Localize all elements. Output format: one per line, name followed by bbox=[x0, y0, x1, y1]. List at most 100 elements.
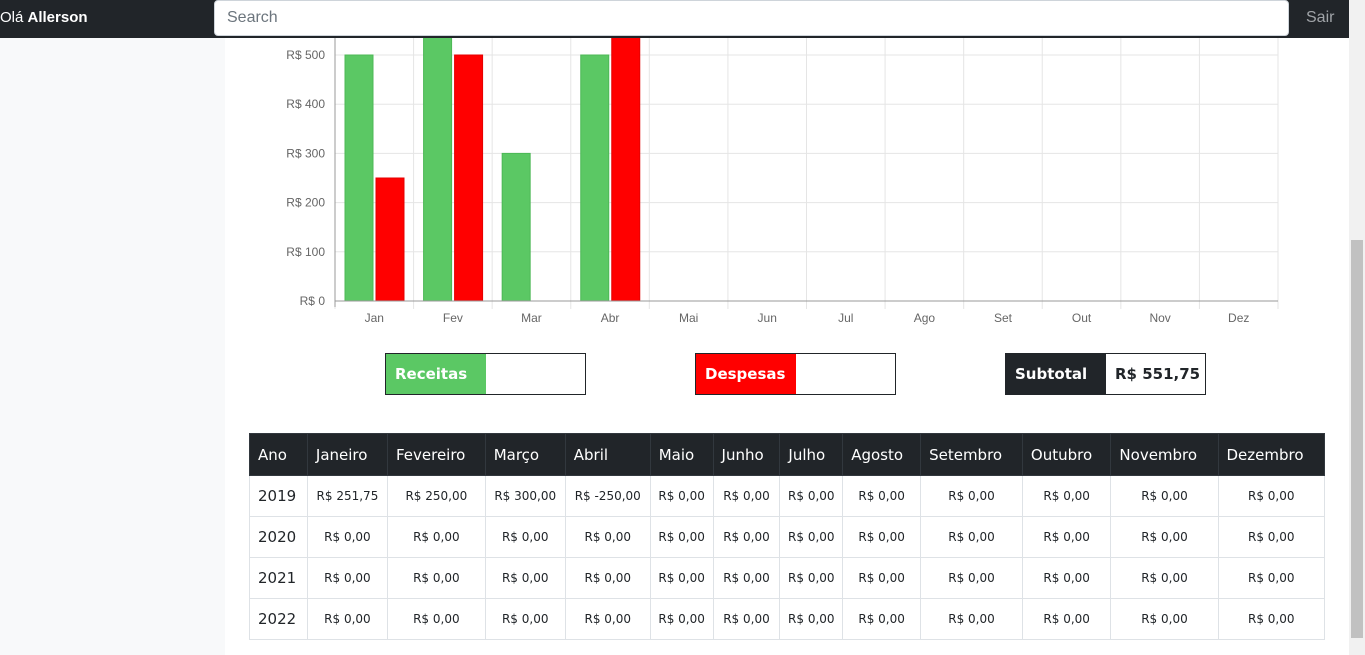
y-tick-label: R$ 300 bbox=[286, 146, 325, 160]
month-value-cell: R$ 0,00 bbox=[386, 516, 486, 558]
month-value-cell: R$ 0,00 bbox=[564, 557, 651, 599]
month-value-cell: R$ 0,00 bbox=[564, 516, 651, 558]
year-cell: 2021 bbox=[249, 557, 308, 599]
col-header-month: Julho bbox=[779, 433, 844, 476]
x-tick-label: Mar bbox=[521, 311, 542, 325]
month-value-cell: R$ 0,00 bbox=[920, 475, 1023, 517]
month-value-cell: R$ 0,00 bbox=[484, 516, 566, 558]
month-value-cell: R$ 0,00 bbox=[306, 557, 388, 599]
col-header-month: Abril bbox=[564, 433, 651, 476]
month-value-cell: R$ 0,00 bbox=[1021, 475, 1112, 517]
x-tick-label: Fev bbox=[443, 311, 463, 325]
month-value-cell: R$ 0,00 bbox=[649, 475, 714, 517]
month-value-cell: R$ 0,00 bbox=[920, 598, 1023, 640]
y-tick-label: R$ 100 bbox=[286, 245, 325, 259]
col-header-month: Junho bbox=[712, 433, 781, 476]
page-scrollbar[interactable] bbox=[1349, 0, 1365, 655]
month-value-cell: R$ 0,00 bbox=[1110, 475, 1219, 517]
y-tick-label: R$ 0 bbox=[300, 294, 326, 308]
month-value-cell: R$ 0,00 bbox=[386, 557, 486, 599]
receitas-summary: Receitas bbox=[385, 353, 586, 395]
month-value-cell: R$ 0,00 bbox=[649, 516, 714, 558]
month-value-cell: R$ 0,00 bbox=[712, 598, 781, 640]
table-row: 2021 R$ 0,00 R$ 0,00 R$ 0,00 R$ 0,00 R$ 0,00 R… bbox=[249, 557, 1325, 599]
col-header-month: Outubro bbox=[1021, 433, 1112, 476]
search-input[interactable] bbox=[214, 0, 1289, 36]
month-value-cell: R$ 0,00 bbox=[1110, 598, 1219, 640]
table-row: 2020 R$ 0,00 R$ 0,00 R$ 0,00 R$ 0,00 R$ 0,00 R… bbox=[249, 516, 1325, 558]
year-cell: 2020 bbox=[249, 516, 308, 558]
despesas-summary: Despesas bbox=[695, 353, 896, 395]
month-value-cell: R$ 0,00 bbox=[484, 598, 566, 640]
x-tick-label: Mai bbox=[679, 311, 698, 325]
month-value-cell: R$ 0,00 bbox=[779, 557, 844, 599]
chart-bar bbox=[454, 54, 484, 302]
month-value-cell: R$ 0,00 bbox=[1110, 516, 1219, 558]
month-value-cell: R$ 0,00 bbox=[779, 516, 844, 558]
x-tick-label: Nov bbox=[1149, 311, 1170, 325]
table-row: 2022 R$ 0,00 R$ 0,00 R$ 0,00 R$ 0,00 R$ 0,00 R… bbox=[249, 598, 1325, 640]
month-value-cell: R$ 0,00 bbox=[842, 516, 922, 558]
yearly-balance-table: Ano Janeiro Fevereiro Março Abril Maio Junho Ju… bbox=[249, 433, 1325, 640]
col-header-month: Agosto bbox=[842, 433, 922, 476]
month-value-cell: R$ 0,00 bbox=[712, 557, 781, 599]
col-header-month: Fevereiro bbox=[386, 433, 486, 476]
month-value-cell: R$ 0,00 bbox=[386, 598, 486, 640]
month-value-cell: R$ 0,00 bbox=[779, 475, 844, 517]
month-value-cell: R$ 0,00 bbox=[920, 557, 1023, 599]
month-value-cell: R$ 0,00 bbox=[306, 516, 388, 558]
table-body: 2019 R$ 251,75 R$ 250,00 R$ 300,00 R$ -250,0… bbox=[249, 475, 1325, 640]
month-value-cell: R$ 0,00 bbox=[779, 598, 844, 640]
col-header-month: Março bbox=[484, 433, 566, 476]
month-value-cell: R$ -250,00 bbox=[564, 475, 651, 517]
logout-link[interactable]: Sair bbox=[1306, 9, 1334, 27]
navbar: Olá Allerson Sair bbox=[0, 0, 1349, 38]
month-value-cell: R$ 0,00 bbox=[842, 598, 922, 640]
month-value-cell: R$ 0,00 bbox=[920, 516, 1023, 558]
scrollbar-thumb[interactable] bbox=[1351, 240, 1363, 638]
col-header-month: Dezembro bbox=[1217, 433, 1325, 476]
month-value-cell: R$ 0,00 bbox=[712, 516, 781, 558]
month-value-cell: R$ 0,00 bbox=[1021, 598, 1112, 640]
user-name: Allerson bbox=[27, 9, 88, 26]
month-value-cell: R$ 0,00 bbox=[1021, 557, 1112, 599]
chart-bar bbox=[423, 34, 453, 302]
receitas-label: Receitas bbox=[386, 354, 486, 394]
x-tick-label: Jun bbox=[758, 311, 777, 325]
x-tick-label: Ago bbox=[914, 311, 936, 325]
col-header-month: Janeiro bbox=[306, 433, 388, 476]
despesas-value bbox=[796, 354, 895, 394]
subtotal-summary: Subtotal R$ 551,75 bbox=[1005, 353, 1206, 395]
subtotal-value: R$ 551,75 bbox=[1115, 365, 1201, 383]
table-header-row: Ano Janeiro Fevereiro Março Abril Maio Junho Ju… bbox=[249, 433, 1325, 476]
month-value-cell: R$ 0,00 bbox=[842, 475, 922, 517]
chart-bar bbox=[375, 177, 405, 302]
chart-bar bbox=[611, 34, 641, 302]
month-value-cell: R$ 0,00 bbox=[1021, 516, 1112, 558]
month-value-cell: R$ 0,00 bbox=[484, 557, 566, 599]
month-value-cell: R$ 250,00 bbox=[386, 475, 486, 517]
month-value-cell: R$ 0,00 bbox=[1217, 516, 1325, 558]
month-value-cell: R$ 251,75 bbox=[306, 475, 388, 517]
month-value-cell: R$ 0,00 bbox=[1217, 475, 1325, 517]
col-header-year: Ano bbox=[249, 433, 308, 476]
month-value-cell: R$ 0,00 bbox=[842, 557, 922, 599]
chart-bar bbox=[344, 54, 374, 302]
monthly-bar-chart: R$ 0 R$ 100 R$ 200 R$ 300 R$ 400 R$ 500 Jan Fev… bbox=[286, 10, 1279, 325]
x-tick-label: Out bbox=[1072, 311, 1092, 325]
chart-bar bbox=[580, 54, 610, 302]
y-tick-label: R$ 200 bbox=[286, 196, 325, 210]
month-value-cell: R$ 0,00 bbox=[1110, 557, 1219, 599]
col-header-month: Novembro bbox=[1110, 433, 1219, 476]
month-value-cell: R$ 0,00 bbox=[1217, 557, 1325, 599]
chart-bar bbox=[501, 152, 531, 302]
month-value-cell: R$ 0,00 bbox=[1217, 598, 1325, 640]
month-value-cell: R$ 0,00 bbox=[649, 598, 714, 640]
year-cell: 2019 bbox=[249, 475, 308, 517]
month-value-cell: R$ 0,00 bbox=[306, 598, 388, 640]
x-tick-label: Dez bbox=[1228, 311, 1249, 325]
col-header-month: Setembro bbox=[920, 433, 1023, 476]
month-value-cell: R$ 0,00 bbox=[712, 475, 781, 517]
col-header-month: Maio bbox=[649, 433, 714, 476]
x-tick-label: Set bbox=[994, 311, 1013, 325]
